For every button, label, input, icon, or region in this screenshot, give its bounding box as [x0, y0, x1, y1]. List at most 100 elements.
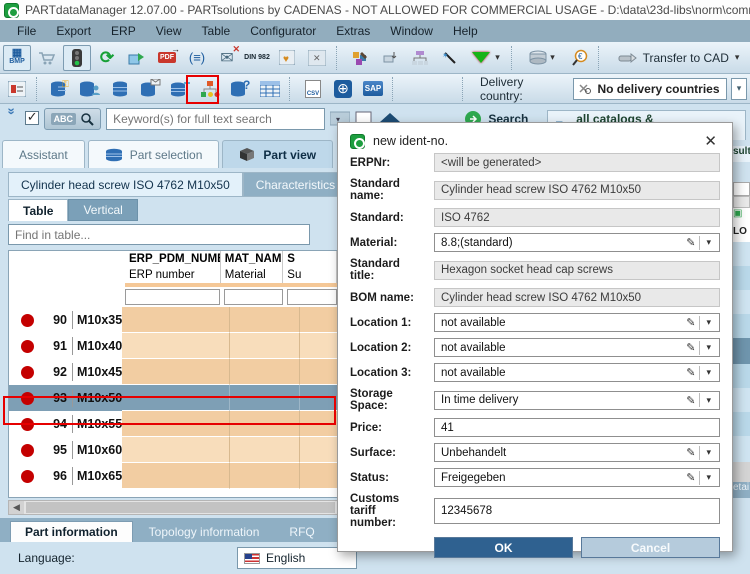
close-window-icon[interactable]: ✕ [303, 45, 331, 71]
dialog-close-icon[interactable]: ✕ [701, 132, 720, 150]
shopping-cart-icon[interactable] [33, 45, 61, 71]
table-row[interactable]: 93 M10x50 [9, 385, 337, 411]
sap-icon[interactable]: SAP [359, 76, 387, 102]
chevron-down-icon[interactable]: ▾ [700, 395, 713, 406]
column-header[interactable]: S [283, 251, 337, 267]
pdf-export-icon[interactable]: PDF → [153, 44, 181, 71]
edit-pencil-icon[interactable]: ✎ [682, 236, 699, 249]
bottom-tab-rfq[interactable]: RFQ [275, 522, 328, 542]
dialog-title-bar[interactable]: new ident-no. ✕ [350, 129, 720, 153]
bottom-tab-topology-information[interactable]: Topology information [135, 522, 274, 542]
edit-pencil-icon[interactable]: ✎ [682, 446, 699, 459]
csv-export-icon[interactable]: CSV [299, 76, 327, 102]
table-row[interactable]: 94 M10x55 [9, 411, 337, 437]
field-combo-storage-space[interactable]: In time delivery ✎ ▾ [434, 390, 720, 410]
classification-tree-icon[interactable] [196, 76, 224, 102]
collapse-chevrons-icon[interactable]: » [4, 108, 19, 124]
menu-table[interactable]: Table [193, 22, 240, 40]
field-combo-location-2[interactable]: not available ✎ ▾ [434, 338, 720, 357]
field-combo-material[interactable]: 8.8;(standard) ✎ ▾ [434, 233, 720, 252]
tab-assistant[interactable]: Assistant [2, 140, 85, 168]
table-row[interactable]: 90 M10x35 [9, 307, 337, 333]
keyword-search-input[interactable] [106, 108, 325, 130]
chevron-down-icon[interactable]: ▾ [700, 447, 713, 458]
abc-search-button[interactable]: ABC [43, 108, 102, 130]
filter-triangle-icon[interactable]: ▾ [466, 45, 506, 71]
transfer-to-cad-button[interactable]: Transfer to CAD ▾ [608, 45, 748, 71]
column-header[interactable]: ERP_PDM_NUMBER [125, 251, 221, 267]
field-input-price[interactable]: 41 [434, 418, 720, 437]
column-header[interactable]: MAT_NAME [221, 251, 284, 267]
column-filter-input[interactable] [125, 289, 220, 305]
table-row[interactable]: 96 M10x65 [9, 463, 337, 489]
cancel-button[interactable]: Cancel [581, 537, 720, 558]
field-input-customs-tariff-number[interactable]: 12345678 [434, 498, 720, 524]
edit-pencil-icon[interactable]: ✎ [682, 316, 699, 329]
db-plain-icon[interactable] [106, 76, 134, 102]
edit-pencil-icon[interactable]: ✎ [682, 366, 699, 379]
table-row[interactable]: 95 M10x60 [9, 437, 337, 463]
send-mail-icon[interactable]: ✉ ✕ [213, 44, 241, 71]
formula-icon[interactable]: (≡) [183, 45, 211, 71]
form-view-icon[interactable] [3, 76, 31, 102]
bmp-export-icon[interactable]: ▦ BMP [3, 44, 31, 71]
menu-file[interactable]: File [8, 22, 45, 40]
menu-erp[interactable]: ERP [102, 22, 145, 40]
view-tab-table[interactable]: Table [8, 199, 69, 221]
field-combo-location-3[interactable]: not available ✎ ▾ [434, 363, 720, 382]
favorites-window-icon[interactable]: ♥ [273, 45, 301, 71]
chevron-down-icon[interactable]: ▾ [700, 237, 713, 248]
insert-part-icon[interactable] [376, 45, 404, 71]
menu-export[interactable]: Export [47, 22, 100, 40]
horizontal-scrollbar[interactable]: ◀ [8, 500, 338, 515]
table-view-icon[interactable] [256, 76, 284, 102]
refresh-icon[interactable]: ⟳ [93, 45, 121, 71]
delivery-country-dropdown-button[interactable]: ▾ [731, 77, 747, 100]
chevron-down-icon[interactable]: ▾ [700, 367, 713, 378]
view-tab-vertical[interactable]: Vertical [68, 199, 138, 221]
doc-tab-characteristics[interactable]: Characteristics [242, 172, 349, 197]
scrollbar-thumb[interactable] [26, 502, 335, 513]
column-filter-input[interactable] [223, 289, 283, 305]
fulltext-checkbox[interactable] [24, 109, 39, 125]
bottom-tab-part-information[interactable]: Part information [10, 521, 133, 542]
db-mail-icon[interactable] [136, 76, 164, 102]
menu-extras[interactable]: Extras [327, 22, 379, 40]
ok-button[interactable]: OK [434, 537, 573, 558]
edit-pencil-icon[interactable]: ✎ [682, 341, 699, 354]
db-user-icon[interactable] [76, 76, 104, 102]
edit-blocks-icon[interactable] [346, 45, 374, 71]
export-assembly-icon[interactable] [123, 45, 151, 71]
menu-help[interactable]: Help [444, 22, 487, 40]
traffic-light-icon[interactable] [63, 44, 91, 71]
chevron-down-icon[interactable]: ▾ [700, 472, 713, 483]
tab-part-selection[interactable]: Part selection [87, 140, 220, 168]
menu-window[interactable]: Window [381, 22, 442, 40]
tab-part-view[interactable]: Part view [222, 140, 334, 168]
din-982-icon[interactable]: DIN 982 [243, 45, 271, 71]
edit-pencil-icon[interactable]: ✎ [682, 394, 699, 407]
price-search-icon[interactable]: € [565, 45, 593, 71]
chevron-down-icon[interactable]: ▾ [700, 317, 713, 328]
field-combo-surface[interactable]: Unbehandelt ✎ ▾ [434, 443, 720, 462]
edit-pencil-icon[interactable]: ✎ [682, 471, 699, 484]
magic-wand-icon[interactable]: ✶ [436, 45, 464, 71]
scroll-left-button[interactable]: ◀ [9, 501, 24, 514]
topology-tree-icon[interactable] [406, 45, 434, 71]
delivery-country-select[interactable]: No delivery countries [573, 77, 727, 100]
field-combo-location-1[interactable]: not available ✎ ▾ [434, 313, 720, 332]
menu-configurator[interactable]: Configurator [241, 22, 325, 40]
field-combo-status[interactable]: Freigegeben ✎ ▾ [434, 468, 720, 487]
find-in-table-input[interactable] [8, 224, 310, 245]
db-add-icon[interactable] [166, 76, 194, 102]
chevron-down-icon[interactable]: ▾ [700, 342, 713, 353]
db-key-icon[interactable]: ⚿ [46, 76, 74, 102]
menu-view[interactable]: View [147, 22, 191, 40]
globe-add-icon[interactable]: ⊕ [329, 76, 357, 102]
3d-part-icon[interactable]: ▾ [521, 45, 563, 71]
table-row[interactable]: 91 M10x40 [9, 333, 337, 359]
doc-tab-part[interactable]: Cylinder head screw ISO 4762 M10x50 [8, 172, 243, 197]
column-filter-input[interactable] [286, 289, 337, 305]
db-question-icon[interactable]: ? [226, 76, 254, 102]
table-row[interactable]: 92 M10x45 [9, 359, 337, 385]
